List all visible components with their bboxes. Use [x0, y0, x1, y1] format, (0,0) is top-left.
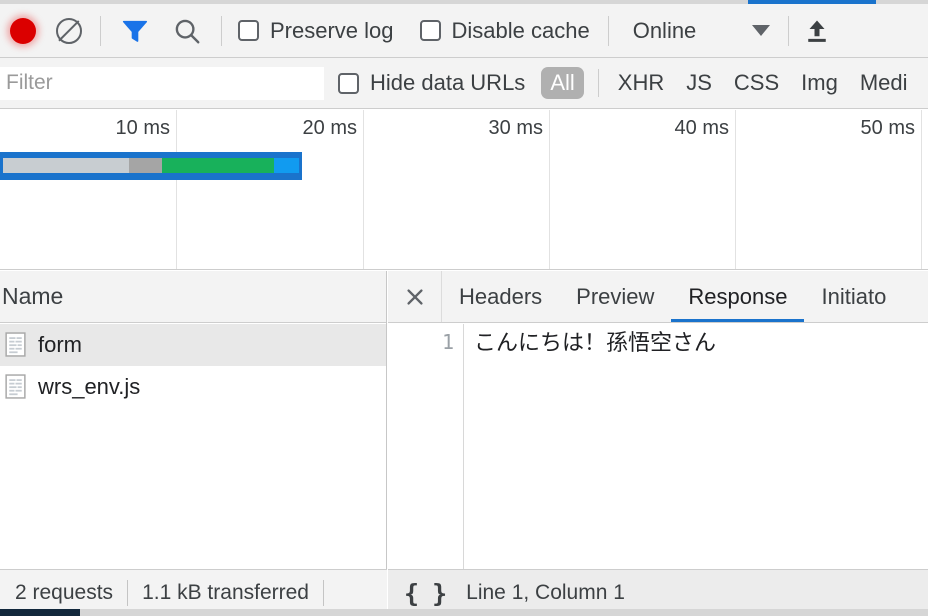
filter-button[interactable] — [109, 4, 161, 58]
column-header-name: Name — [2, 283, 64, 309]
close-detail-button[interactable] — [388, 271, 442, 322]
detail-tab-bar: Headers Preview Response Initiato — [388, 271, 928, 323]
type-filter-js[interactable]: JS — [677, 67, 721, 99]
document-icon — [5, 374, 26, 399]
disable-cache-label: Disable cache — [451, 17, 590, 43]
request-row-wrs_env.js[interactable]: wrs_env.js — [0, 366, 386, 408]
search-icon — [175, 19, 200, 43]
type-filter-xhr[interactable]: XHR — [609, 67, 673, 99]
devtools-network-panel: Preserve log Disable cache Online Hide d… — [0, 0, 928, 616]
type-filter-img[interactable]: Img — [792, 67, 847, 99]
filter-input[interactable] — [0, 66, 324, 100]
request-detail-panel: Headers Preview Response Initiato 1 こんにち… — [388, 271, 928, 616]
tab-response[interactable]: Response — [671, 271, 805, 322]
search-button[interactable] — [161, 4, 213, 58]
network-toolbar: Preserve log Disable cache Online — [0, 4, 928, 58]
cursor-position: Line 1, Column 1 — [466, 581, 625, 604]
request-list[interactable]: form wrs_env.js — [0, 324, 386, 569]
overview-tick-label: 30 ms — [488, 117, 543, 139]
request-row-form[interactable]: form — [0, 324, 386, 366]
overview-tick-label: 10 ms — [115, 117, 170, 139]
preserve-log-checkbox-row[interactable]: Preserve log — [230, 4, 402, 58]
format-pretty-print-icon[interactable]: { } — [404, 579, 447, 608]
tab-preview[interactable]: Preview — [559, 271, 671, 322]
scrollbar-thumb[interactable] — [0, 609, 80, 616]
transferred-size: 1.1 kB transferred — [142, 581, 309, 604]
tab-initiator[interactable]: Initiato — [804, 271, 903, 322]
chevron-down-icon — [752, 25, 771, 36]
overview-gridline — [549, 110, 550, 269]
tab-headers[interactable]: Headers — [442, 271, 559, 322]
record-icon — [10, 17, 36, 44]
status-divider — [127, 580, 129, 606]
waterfall-segment-stalled — [129, 158, 162, 173]
hide-data-urls-checkbox[interactable] — [338, 72, 359, 94]
waterfall-segment-waiting-ttfb — [162, 158, 274, 173]
waterfall-bar — [0, 152, 302, 180]
hide-data-urls-label: Hide data URLs — [370, 70, 526, 95]
request-list-header: Name — [0, 271, 386, 323]
close-icon — [406, 288, 423, 305]
overview-tick-label: 50 ms — [860, 117, 915, 139]
preserve-log-label: Preserve log — [270, 17, 394, 43]
request-list-panel: Name form wrs_env.js 2 requests 1.1 kB tr… — [0, 271, 387, 616]
line-number-gutter: 1 — [388, 324, 464, 569]
response-line: こんにちは！孫悟空さん — [474, 330, 717, 355]
export-har-button[interactable] — [789, 4, 845, 58]
request-name: wrs_env.js — [38, 373, 141, 399]
waterfall-segments — [3, 158, 299, 173]
upload-arrow-icon — [808, 20, 827, 42]
toolbar-divider-2 — [221, 15, 222, 46]
toolbar-divider-3 — [607, 15, 609, 46]
throttling-dropdown[interactable]: Online — [619, 4, 771, 58]
document-icon — [5, 332, 26, 357]
waterfall-segment-content-download — [274, 158, 299, 173]
response-body[interactable]: 1 こんにちは！孫悟空さん — [388, 324, 928, 569]
type-filter-all[interactable]: All — [541, 67, 584, 99]
preserve-log-checkbox[interactable] — [238, 20, 259, 41]
record-button[interactable] — [0, 4, 46, 58]
overview-tick-label: 40 ms — [674, 117, 729, 139]
overview-gridline — [735, 110, 736, 269]
waterfall-segment-queueing — [3, 158, 129, 173]
request-count: 2 requests — [15, 581, 114, 604]
toolbar-divider — [100, 15, 101, 46]
clear-icon — [56, 17, 82, 44]
hide-data-urls-row[interactable]: Hide data URLs — [324, 58, 533, 109]
filter-bar: Hide data URLs All XHR JS CSS Img Medi — [0, 58, 928, 109]
request-name: form — [38, 331, 82, 357]
overview-gridline — [363, 110, 364, 269]
clear-button[interactable] — [46, 4, 92, 58]
overview-tick-label: 20 ms — [302, 117, 357, 139]
type-filter-css[interactable]: CSS — [725, 67, 788, 99]
network-main-area: Name form wrs_env.js 2 requests 1.1 kB tr… — [0, 271, 928, 616]
response-content[interactable]: こんにちは！孫悟空さん — [464, 324, 928, 569]
overview-gridline — [176, 110, 177, 269]
disable-cache-checkbox-row[interactable]: Disable cache — [402, 4, 598, 58]
status-divider-2 — [322, 580, 324, 606]
throttling-value: Online — [632, 17, 697, 43]
filter-divider — [597, 69, 599, 97]
horizontal-scrollbar[interactable] — [0, 609, 928, 616]
line-number: 1 — [441, 330, 454, 354]
type-filter-media[interactable]: Medi — [851, 67, 917, 99]
overview-gridline — [921, 110, 922, 269]
funnel-icon — [122, 20, 148, 42]
network-overview[interactable]: 10 ms 20 ms 30 ms 40 ms 50 ms — [0, 110, 928, 270]
disable-cache-checkbox[interactable] — [419, 20, 441, 41]
